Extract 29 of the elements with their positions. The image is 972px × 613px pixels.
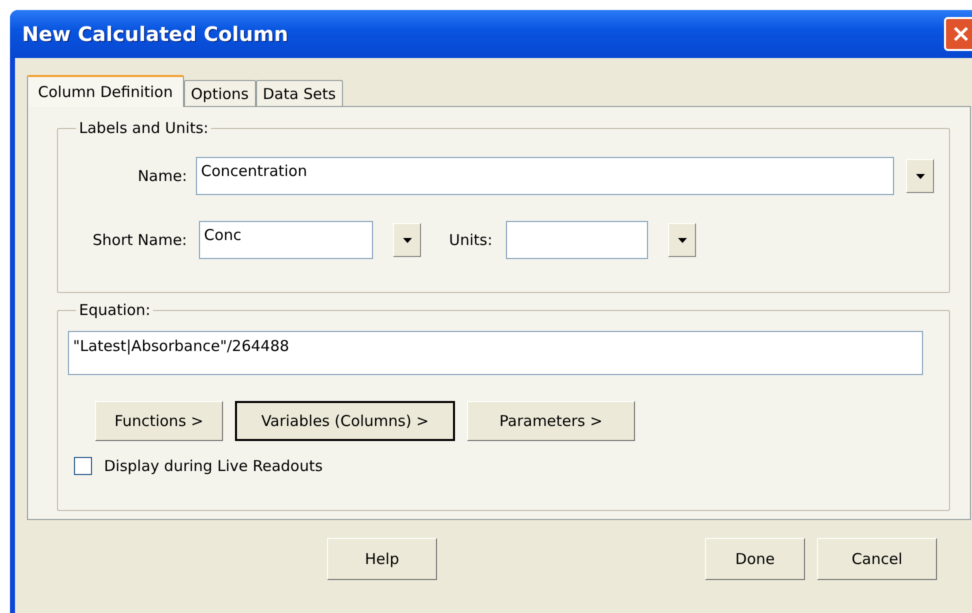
equation-field[interactable]: "Latest|Absorbance"/264488	[68, 331, 923, 375]
tab[interactable]: Options	[184, 80, 256, 106]
caret-icon	[916, 174, 924, 178]
button[interactable]: Done	[705, 538, 805, 580]
close-icon	[951, 24, 971, 44]
units-field[interactable]	[506, 221, 648, 259]
group-title: Labels and Units:	[78, 119, 210, 137]
group-title: Equation:	[78, 301, 152, 319]
checkbox[interactable]	[74, 457, 92, 475]
field-label: Short Name:	[92, 231, 187, 249]
button[interactable]: Functions >	[95, 401, 223, 441]
dropdown-button[interactable]	[906, 159, 934, 193]
tab[interactable]: Data Sets	[256, 80, 343, 106]
button[interactable]: Cancel	[817, 538, 937, 580]
tab[interactable]: Column Definition	[27, 75, 184, 107]
field-label: Units:	[449, 231, 492, 249]
caret-icon	[402, 238, 412, 242]
short-name-field[interactable]: Conc	[199, 221, 373, 259]
field-label: Name:	[136, 167, 187, 185]
close-button[interactable]	[944, 17, 972, 51]
checkbox-label[interactable]: Display during Live Readouts	[104, 457, 323, 475]
caret-icon	[678, 238, 687, 242]
name-field[interactable]: Concentration	[196, 157, 894, 195]
button[interactable]: Variables (Columns) >	[235, 401, 455, 441]
button[interactable]: Help	[327, 538, 437, 580]
dropdown-button[interactable]	[393, 223, 421, 257]
button[interactable]: Parameters >	[467, 401, 635, 441]
dropdown-button[interactable]	[668, 223, 696, 257]
window-title: New Calculated Column	[22, 22, 288, 46]
